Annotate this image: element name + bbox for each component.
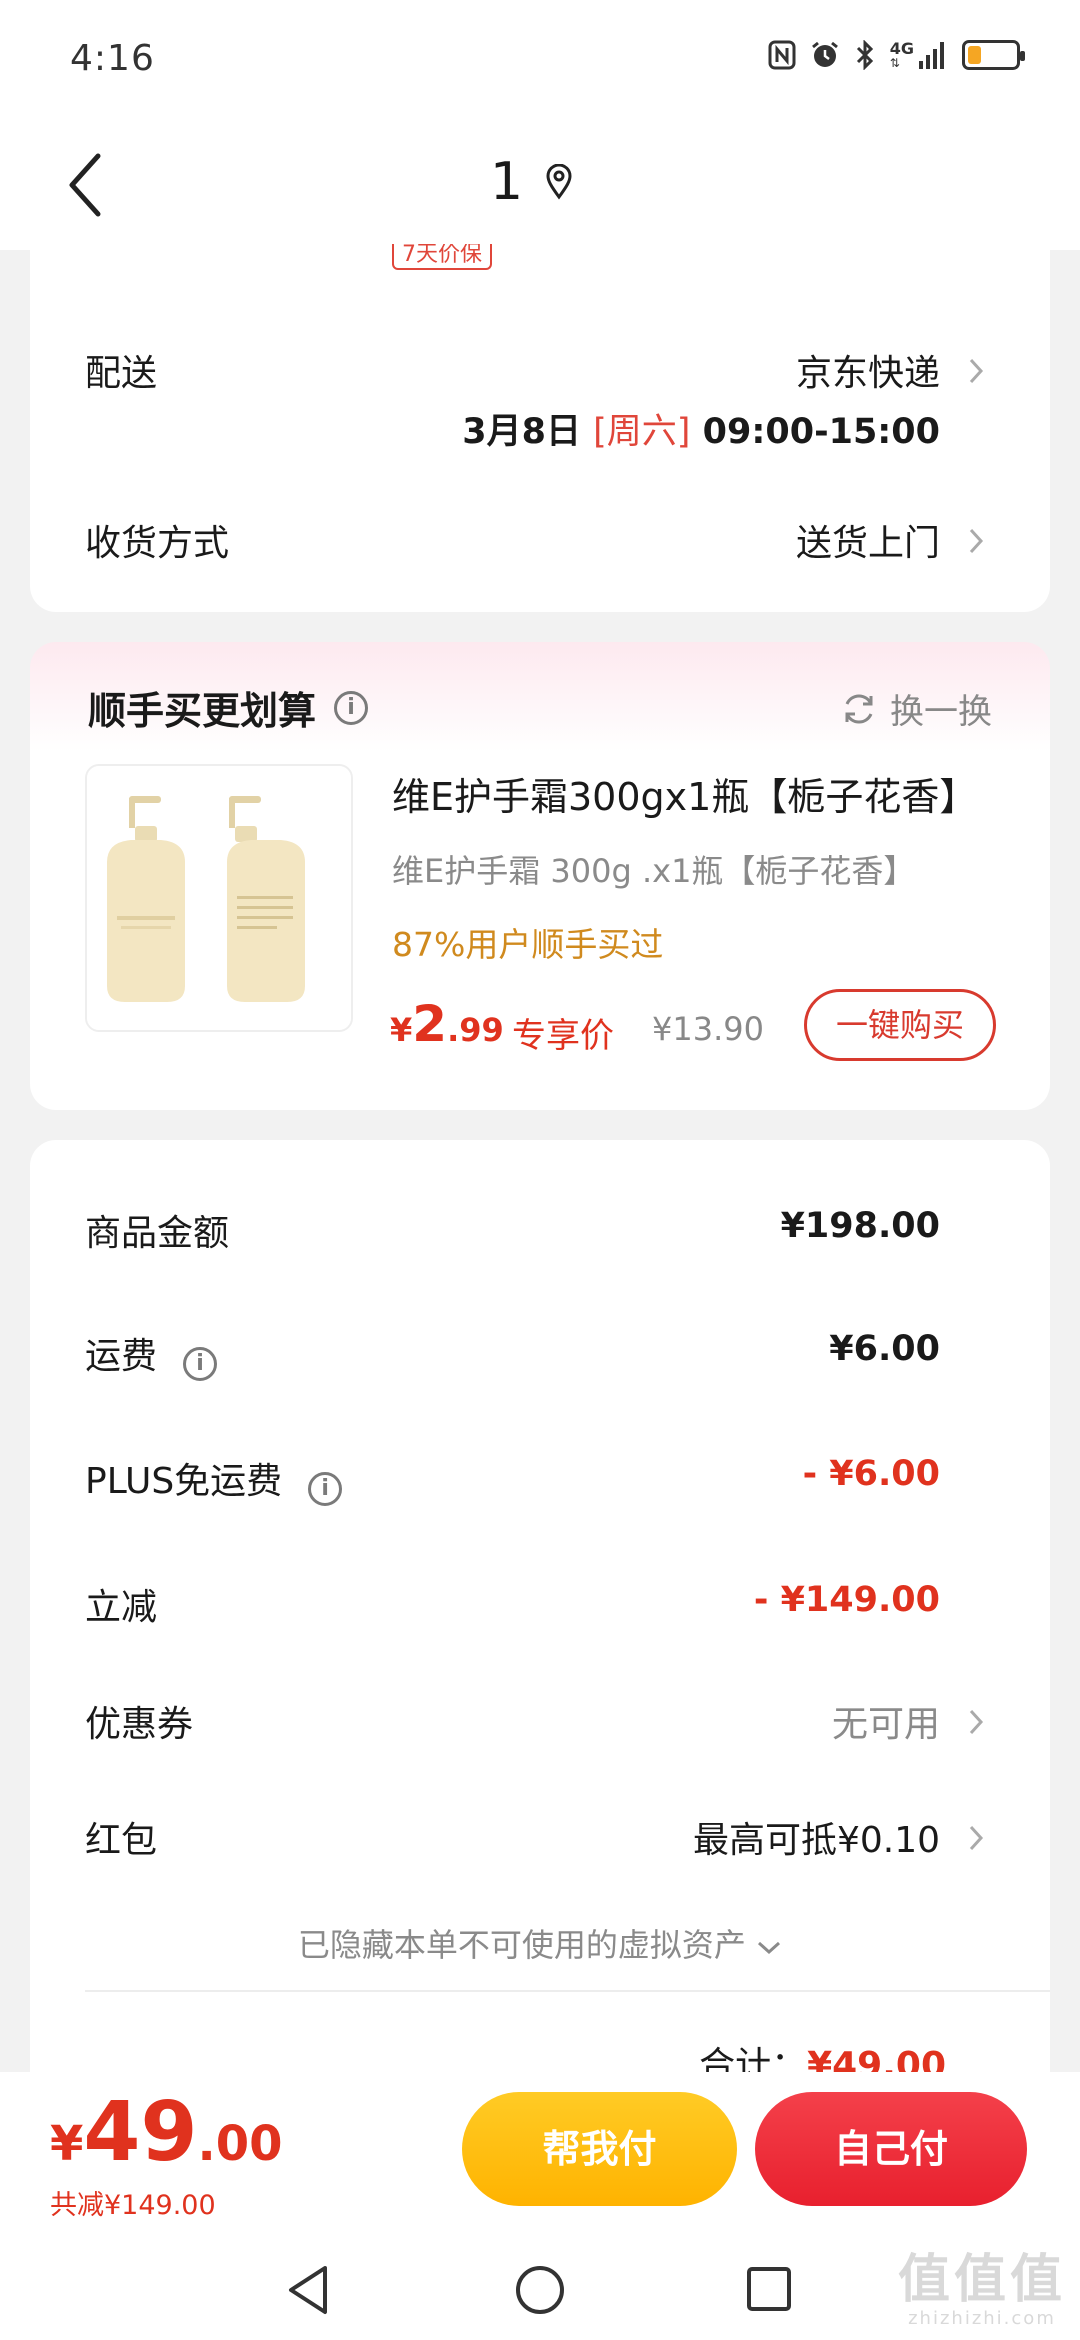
goods-amount-row: 商品金额 ¥198.00 (85, 1204, 1080, 1256)
price-currency: ¥ (390, 1011, 413, 1049)
shipping-row[interactable]: 配送 京东快递 (85, 344, 1080, 396)
red-packet-label: 红包 (85, 1820, 158, 1861)
info-icon[interactable]: i (183, 1346, 218, 1381)
instant-discount-label: 立减 (85, 1587, 158, 1628)
delivery-window: 09:00-15:00 (702, 412, 940, 452)
red-packet-row[interactable]: 红包 最高可抵¥0.10 (85, 1811, 1080, 1863)
pay-decimal: .00 (197, 2116, 283, 2172)
addon-title-text: 顺手买更划算 (88, 689, 317, 733)
freight-value: ¥6.00 (829, 1329, 940, 1369)
pay-myself-button[interactable]: 自己付 (755, 2092, 1027, 2206)
help-me-pay-button[interactable]: 帮我付 (462, 2092, 737, 2206)
delivery-weekday: [周六] (593, 412, 691, 452)
info-icon[interactable]: i (308, 1471, 343, 1506)
red-packet-value: 最高可抵¥0.10 (692, 1820, 940, 1861)
coupon-row[interactable]: 优惠券 无可用 (85, 1695, 1080, 1747)
addon-product-spec: 维E护手霜 300g .x1瓶【栀子花香】 (392, 852, 916, 890)
plus-free-shipping-row: PLUS免运费 i - ¥6.00 (85, 1452, 1080, 1506)
recents-square-icon[interactable] (746, 2266, 792, 2312)
home-circle-icon[interactable] (514, 2264, 566, 2316)
coupon-value: 无可用 (831, 1704, 940, 1745)
addon-product-title[interactable]: 维E护手霜300gx1瓶【栀子花香】 (392, 766, 977, 821)
addon-title: 顺手买更划算 i (88, 680, 369, 735)
watermark-url: zhizhizhi.com (908, 2308, 1056, 2329)
battery-level (968, 46, 981, 64)
freight-label: 运费 (85, 1336, 158, 1377)
coupon-label: 优惠券 (85, 1704, 194, 1745)
alarm-icon (811, 41, 838, 67)
nfc-icon (768, 40, 796, 70)
goods-amount-value: ¥198.00 (780, 1206, 940, 1246)
page-title: 1 (490, 152, 524, 212)
total-saved: 共减¥149.00 (50, 2190, 216, 2221)
chevron-left-icon[interactable] (62, 150, 122, 220)
refresh-icon (845, 694, 873, 723)
divider (85, 1990, 1050, 1992)
status-bar: 4:16 4G ⇅ (0, 0, 1080, 120)
instant-discount-row: 立减 - ¥149.00 (85, 1578, 1080, 1630)
one-click-buy-button[interactable]: 一键购买 (804, 989, 996, 1061)
hidden-assets-text: 已隐藏本单不可使用的虚拟资产 (297, 1926, 746, 1964)
hand-cream-bottles-image (87, 766, 351, 1030)
plus-free-shipping-value: - ¥6.00 (802, 1454, 940, 1494)
status-time: 4:16 (70, 38, 155, 79)
chevron-right-icon (969, 358, 984, 384)
swap-button[interactable]: 换一换 (840, 684, 992, 733)
exclusive-price-label: 专享价 (512, 1016, 614, 1056)
watermark: 值值值 zhizhizhi.com (898, 2252, 1066, 2329)
receive-method-row[interactable]: 收货方式 送货上门 (85, 514, 1080, 566)
addon-buy-rate: 87%用户顺手买过 (392, 925, 664, 964)
chevron-right-icon (969, 1825, 984, 1851)
bluetooth-icon (856, 40, 873, 70)
nav-title-area[interactable]: 1 (490, 142, 573, 222)
hidden-assets-toggle[interactable]: 已隐藏本单不可使用的虚拟资产 (0, 1920, 1080, 1966)
original-price: ¥13.90 (652, 1010, 764, 1048)
price-integer: 2 (412, 995, 448, 1053)
status-icons: 4G ⇅ (768, 40, 1025, 70)
back-triangle-icon[interactable] (285, 2264, 331, 2316)
addon-price: ¥2.99 (390, 995, 504, 1053)
pay-currency: ¥ (50, 2116, 84, 2172)
watermark-logo: 值值值 (897, 2250, 1066, 2310)
pay-amount: ¥49.00 (50, 2085, 283, 2180)
battery-icon (962, 40, 1025, 70)
delivery-date: 3月8日 (462, 412, 581, 452)
instant-discount-value: - ¥149.00 (753, 1580, 940, 1620)
pay-integer: 49 (83, 2085, 198, 2180)
plus-free-shipping-label: PLUS免运费 (85, 1461, 283, 1502)
network-type: 4G (889, 39, 914, 58)
swap-label: 换一换 (890, 692, 992, 732)
shipping-label: 配送 (85, 353, 158, 394)
chevron-right-icon (969, 528, 984, 554)
receive-method-value: 送货上门 (795, 523, 940, 564)
location-pin-icon (546, 164, 572, 200)
shipping-carrier: 京东快递 (795, 353, 940, 394)
chevron-down-icon (756, 1926, 782, 1964)
info-icon[interactable]: i (334, 690, 369, 725)
price-protect-tag: 7天价保 (392, 244, 492, 270)
freight-row: 运费 i ¥6.00 (85, 1327, 1080, 1381)
delivery-time: 3月8日 [周六] 09:00-15:00 (462, 403, 940, 454)
goods-amount-label: 商品金额 (85, 1213, 230, 1254)
price-decimal: .99 (447, 1011, 504, 1049)
chevron-right-icon (969, 1709, 984, 1735)
signal-4g-icon: 4G ⇅ (890, 41, 948, 69)
receive-method-label: 收货方式 (85, 523, 230, 564)
product-image[interactable] (85, 764, 353, 1032)
